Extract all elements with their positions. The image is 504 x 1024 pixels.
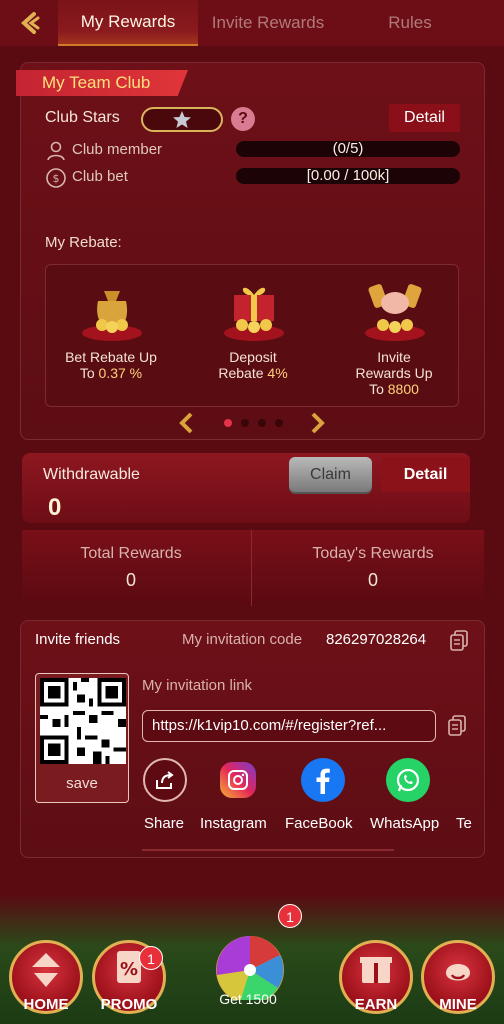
tab-my-rewards[interactable]: My Rewards — [58, 0, 198, 46]
help-icon[interactable]: ? — [231, 107, 255, 131]
page-dot[interactable] — [241, 419, 249, 427]
copy-code-icon[interactable] — [449, 630, 469, 652]
member-icon — [47, 141, 65, 161]
qr-code-image — [40, 678, 126, 764]
telegram-label[interactable]: Te — [456, 815, 472, 832]
back-arrow-icon — [21, 12, 40, 34]
rebate-invite-text: Invite Rewards Up To 8800 — [355, 349, 433, 397]
invitation-link-field[interactable]: https://k1vip10.com/#/register?ref... — [142, 710, 436, 742]
promo-label: PROMO — [100, 996, 158, 1013]
tab-invite-rewards[interactable]: Invite Rewards — [198, 0, 338, 46]
tab-rules[interactable]: Rules — [340, 0, 480, 46]
wheel-badge: 1 — [278, 904, 302, 928]
todays-rewards-value: 0 — [367, 570, 378, 590]
club-stars-pill — [141, 107, 223, 132]
rebate-deposit-text: Deposit Rebate 4% — [218, 349, 288, 381]
page-dot[interactable] — [275, 419, 283, 427]
promo-badge: 1 — [139, 946, 163, 970]
my-rebate-title: My Rebate: — [45, 234, 122, 251]
club-detail-button[interactable]: Detail — [389, 104, 460, 132]
gift-box-icon — [224, 287, 284, 341]
club-bet-progress: [0.00 / 100k] — [236, 168, 460, 184]
spin-wheel-button[interactable] — [200, 920, 300, 1004]
rebate-item-bet[interactable]: Bet Rebate Up To 0.37 % — [46, 265, 176, 408]
withdrawable-value: 0 — [48, 494, 62, 521]
todays-rewards-label: Today's Rewards — [312, 545, 434, 562]
club-stars-label: Club Stars — [45, 109, 120, 126]
home-icon — [32, 953, 60, 987]
share-label: Share — [144, 815, 185, 832]
share-button[interactable] — [142, 758, 188, 802]
club-member-label: Club member — [72, 141, 163, 158]
piggy-bank-icon — [365, 284, 425, 341]
claim-button[interactable]: Claim — [289, 457, 372, 492]
withdrawable-label: Withdrawable — [43, 466, 140, 483]
share-icon — [156, 771, 174, 789]
svg-text:$: $ — [53, 172, 60, 185]
total-rewards-value: 0 — [125, 570, 136, 590]
earn-label: EARN — [354, 996, 398, 1013]
team-club-banner: My Team Club — [16, 70, 188, 96]
whatsapp-button[interactable] — [385, 758, 431, 802]
copy-link-icon[interactable] — [447, 715, 467, 737]
share-scrollbar[interactable] — [142, 849, 394, 851]
invitation-link-label: My invitation link — [142, 677, 253, 694]
facebook-button[interactable] — [300, 758, 346, 802]
club-bet-label: Club bet — [72, 168, 128, 185]
rebate-item-deposit[interactable]: Deposit Rebate 4% — [188, 265, 318, 408]
coin-icon: $ — [46, 168, 66, 188]
withdraw-detail-button[interactable]: Detail — [381, 457, 470, 492]
page-dot[interactable] — [224, 419, 232, 427]
rebate-carousel: Bet Rebate Up To 0.37 % Deposit Rebate 4… — [45, 264, 459, 407]
svg-text:%: % — [120, 959, 138, 980]
rewards-totals — [22, 530, 484, 606]
star-icon — [173, 110, 191, 128]
back-button[interactable] — [12, 8, 46, 38]
instagram-button[interactable] — [215, 758, 261, 798]
whatsapp-label: WhatsApp — [370, 815, 440, 832]
prev-page-icon[interactable] — [178, 412, 196, 434]
home-label: HOME — [23, 996, 69, 1013]
top-nav: My Rewards Invite Rewards Rules — [0, 0, 504, 46]
get-reward-label: Get 1500 — [219, 991, 277, 1007]
totals-divider — [251, 530, 252, 606]
instagram-label: Instagram — [200, 815, 267, 832]
mine-label: MINE — [439, 996, 477, 1013]
invitation-code-label: My invitation code — [182, 631, 303, 648]
gift-icon — [360, 957, 392, 983]
page-dot[interactable] — [258, 419, 266, 427]
club-member-progress: (0/5) — [236, 141, 460, 157]
facebook-label: FaceBook — [285, 815, 353, 832]
whatsapp-icon — [396, 768, 420, 792]
rebate-bet-text: Bet Rebate Up To 0.37 % — [65, 349, 157, 381]
save-qr-label[interactable]: save — [35, 775, 129, 792]
facebook-icon — [316, 768, 330, 794]
lucky-wheel-icon — [216, 936, 284, 1004]
invitation-code-value: 826297028264 — [326, 631, 427, 648]
rebate-item-invite[interactable]: Invite Rewards Up To 8800 — [329, 265, 459, 408]
profile-icon — [446, 964, 470, 981]
total-rewards-label: Total Rewards — [80, 545, 182, 562]
next-page-icon[interactable] — [308, 412, 326, 434]
instagram-icon — [228, 770, 248, 790]
invite-friends-title: Invite friends — [35, 631, 121, 648]
money-bag-icon — [82, 291, 142, 341]
